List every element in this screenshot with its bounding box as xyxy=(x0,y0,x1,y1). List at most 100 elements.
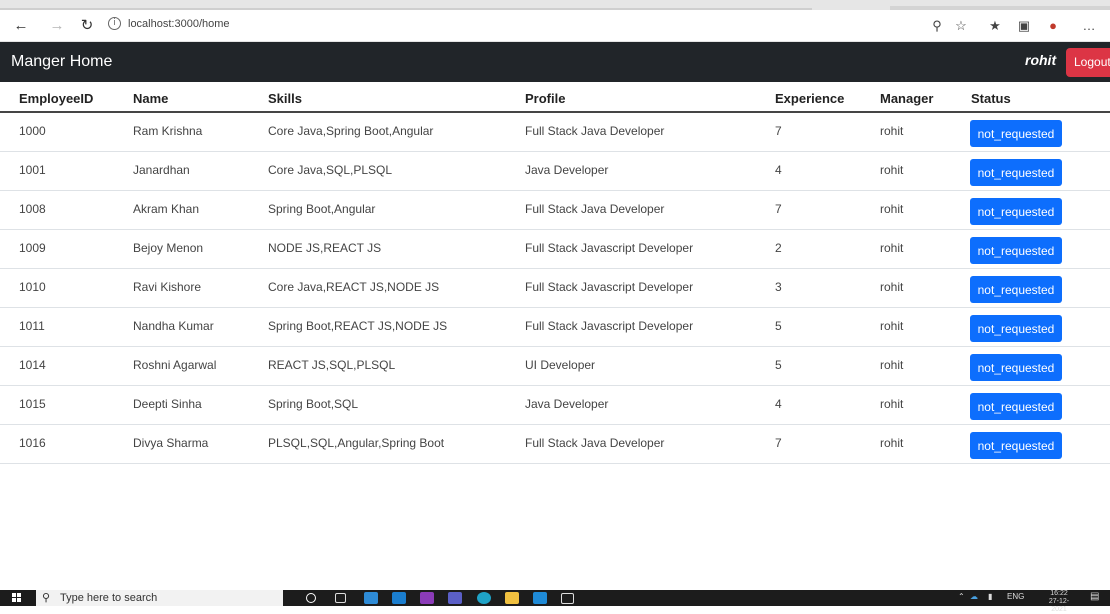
skills-cell: Core Java,REACT JS,NODE JS xyxy=(268,280,440,294)
edge-icon[interactable] xyxy=(477,592,491,604)
table-row: 1010 Ravi Kishore Core Java,REACT JS,NOD… xyxy=(0,269,1110,308)
status-button[interactable]: not_requested xyxy=(970,393,1062,420)
profile-cell: Java Developer xyxy=(525,163,609,177)
experience-cell: 7 xyxy=(775,124,782,138)
status-button[interactable]: not_requested xyxy=(970,276,1062,303)
header-status: Status xyxy=(971,91,1011,106)
skills-cell: REACT JS,SQL,PLSQL xyxy=(268,358,396,372)
name-cell: Deepti Sinha xyxy=(133,397,202,411)
header-name: Name xyxy=(133,91,169,106)
manager-cell: rohit xyxy=(880,397,904,411)
file-explorer-icon[interactable] xyxy=(505,592,519,604)
table-header: EmployeeID Name Skills Profile Experienc… xyxy=(0,82,1110,113)
address-bar-url[interactable]: localhost:3000/home xyxy=(128,18,230,30)
table-row: 1014 Roshni Agarwal REACT JS,SQL,PLSQL U… xyxy=(0,347,1110,386)
manager-cell: rohit xyxy=(880,280,904,294)
status-button[interactable]: not_requested xyxy=(970,432,1062,459)
more-menu-icon[interactable]: … xyxy=(1080,17,1098,35)
employee-id-cell: 1009 xyxy=(19,241,46,255)
profile-cell: Full Stack Javascript Developer xyxy=(525,241,694,255)
terminal-icon[interactable] xyxy=(561,593,574,604)
name-cell: Ram Krishna xyxy=(133,124,203,138)
battery-icon[interactable]: ▮ xyxy=(988,592,992,601)
status-button[interactable]: not_requested xyxy=(970,237,1062,264)
logout-button[interactable]: Logout xyxy=(1066,48,1110,77)
profile-cell: Full Stack Javascript Developer xyxy=(525,280,694,294)
visual-studio-icon[interactable] xyxy=(420,592,434,604)
profile-icon[interactable]: ● xyxy=(1044,17,1062,35)
profile-cell: Full Stack Java Developer xyxy=(525,202,665,216)
name-cell: Divya Sharma xyxy=(133,436,209,450)
name-cell: Ravi Kishore xyxy=(133,280,202,294)
search-icon: ⚲ xyxy=(42,592,51,604)
favorites-icon[interactable]: ★ xyxy=(986,17,1004,35)
experience-cell: 5 xyxy=(775,358,782,372)
experience-cell: 4 xyxy=(775,397,782,411)
profile-cell: Java Developer xyxy=(525,397,609,411)
tray-time: 16:22 xyxy=(1050,590,1068,597)
profile-cell: Full Stack Javascript Developer xyxy=(525,319,694,333)
people-app-icon[interactable] xyxy=(392,592,406,604)
profile-cell: Full Stack Java Developer xyxy=(525,124,665,138)
collections-icon[interactable]: ▣ xyxy=(1015,17,1033,35)
browser-toolbar: ← → ↻ i localhost:3000/home ⚲ ☆ ★ ▣ ● … xyxy=(0,10,1110,42)
tray-chevron-icon[interactable]: ⌃ xyxy=(958,592,965,601)
key-icon[interactable]: ⚲ xyxy=(928,17,946,35)
status-button[interactable]: not_requested xyxy=(970,315,1062,342)
mail-icon[interactable] xyxy=(364,592,378,604)
name-cell: Akram Khan xyxy=(133,202,200,216)
teams-icon[interactable] xyxy=(448,592,462,604)
employee-id-cell: 1014 xyxy=(19,358,46,372)
cortana-icon[interactable] xyxy=(306,593,316,603)
experience-cell: 2 xyxy=(775,241,782,255)
table-row: 1009 Bejoy Menon NODE JS,REACT JS Full S… xyxy=(0,230,1110,269)
back-arrow-icon[interactable]: ← xyxy=(11,16,31,36)
table-row: 1008 Akram Khan Spring Boot,Angular Full… xyxy=(0,191,1110,230)
tray-clock[interactable]: 16:22 27-12-2021 xyxy=(1042,590,1076,614)
manager-cell: rohit xyxy=(880,241,904,255)
skills-cell: Core Java,Spring Boot,Angular xyxy=(268,124,434,138)
manager-cell: rohit xyxy=(880,124,904,138)
employee-table: EmployeeID Name Skills Profile Experienc… xyxy=(0,82,1110,464)
notifications-icon[interactable]: ▤ xyxy=(1090,591,1099,602)
manager-cell: rohit xyxy=(880,319,904,333)
employee-id-cell: 1008 xyxy=(19,202,46,216)
refresh-icon[interactable]: ↻ xyxy=(77,16,97,36)
employee-id-cell: 1011 xyxy=(19,319,45,333)
task-view-icon[interactable] xyxy=(335,593,346,603)
employee-id-cell: 1000 xyxy=(19,124,46,138)
status-button[interactable]: not_requested xyxy=(970,198,1062,225)
current-user: rohit xyxy=(1025,52,1057,68)
experience-cell: 7 xyxy=(775,436,782,450)
employee-id-cell: 1015 xyxy=(19,397,46,411)
add-favorite-icon[interactable]: ☆ xyxy=(952,17,970,35)
windows-taskbar: ⚲ Type here to search ⌃ ☁ ▮ ENG 16:22 27… xyxy=(0,590,1110,613)
profile-cell: UI Developer xyxy=(525,358,596,372)
app-navbar: Manger Home rohit xyxy=(0,42,1110,82)
skills-cell: PLSQL,SQL,Angular,Spring Boot xyxy=(268,436,445,450)
browser-tab-strip xyxy=(0,0,1110,10)
manager-cell: rohit xyxy=(880,202,904,216)
brand-title[interactable]: Manger Home xyxy=(11,53,112,71)
info-icon[interactable]: i xyxy=(108,17,121,30)
manager-cell: rohit xyxy=(880,358,904,372)
forward-arrow-icon[interactable]: → xyxy=(47,16,67,36)
manager-cell: rohit xyxy=(880,163,904,177)
name-cell: Bejoy Menon xyxy=(133,241,204,255)
onedrive-icon[interactable]: ☁ xyxy=(970,592,978,601)
name-cell: Nandha Kumar xyxy=(133,319,214,333)
employee-id-cell: 1016 xyxy=(19,436,46,450)
status-button[interactable]: not_requested xyxy=(970,120,1062,147)
name-cell: Roshni Agarwal xyxy=(133,358,217,372)
input-language[interactable]: ENG xyxy=(1007,592,1024,601)
profile-cell: Full Stack Java Developer xyxy=(525,436,665,450)
windows-start-icon[interactable] xyxy=(12,593,22,603)
skills-cell: Spring Boot,SQL xyxy=(268,397,359,411)
header-profile: Profile xyxy=(525,91,566,106)
vscode-icon[interactable] xyxy=(533,592,547,604)
taskbar-search-box[interactable]: ⚲ Type here to search xyxy=(36,590,283,606)
status-button[interactable]: not_requested xyxy=(970,159,1062,186)
status-button[interactable]: not_requested xyxy=(970,354,1062,381)
table-row: 1011 Nandha Kumar Spring Boot,REACT JS,N… xyxy=(0,308,1110,347)
table-row: 1001 Janardhan Core Java,SQL,PLSQL Java … xyxy=(0,152,1110,191)
